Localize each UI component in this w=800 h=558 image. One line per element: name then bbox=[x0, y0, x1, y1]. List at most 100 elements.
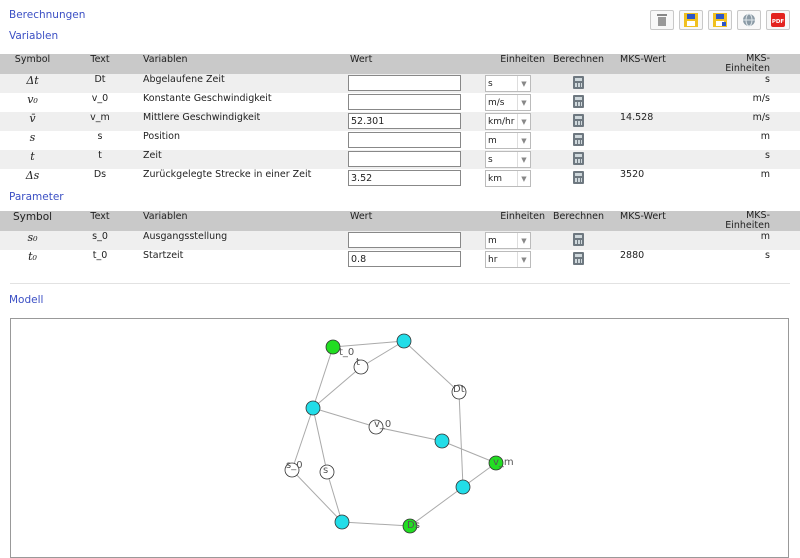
calculator-icon[interactable] bbox=[573, 95, 584, 108]
variable-name-cell: Zurückgelegte Strecke in einer Zeit bbox=[143, 169, 312, 180]
save-button[interactable] bbox=[679, 10, 703, 30]
text-cell: s bbox=[97, 131, 103, 142]
col-mks-einheiten-line2: Einheiten bbox=[725, 220, 770, 231]
wert-input[interactable] bbox=[348, 232, 461, 248]
mks-value-cell bbox=[606, 150, 700, 169]
graph-node-eq1[interactable] bbox=[396, 333, 412, 349]
web-button[interactable] bbox=[737, 10, 761, 30]
parameters-table: Symbol Text Variablen Wert Einheiten Ber… bbox=[0, 211, 800, 269]
variable-name-cell: Startzeit bbox=[143, 250, 184, 261]
mks-unit-cell: s bbox=[700, 150, 800, 169]
graph-node-label: Ds bbox=[407, 520, 420, 531]
unit-select[interactable]: km/hr ▼ bbox=[485, 113, 531, 130]
save-as-button[interactable] bbox=[708, 10, 732, 30]
text-cell: s_0 bbox=[65, 231, 135, 250]
calculator-icon[interactable] bbox=[573, 152, 584, 165]
col-berechnen: Berechnen bbox=[551, 54, 606, 74]
graph-node-eq3[interactable] bbox=[434, 433, 450, 449]
save-as-icon bbox=[713, 13, 727, 27]
col-variablen: Variablen bbox=[135, 54, 348, 74]
pdf-button[interactable]: PDF bbox=[766, 10, 790, 30]
chevron-down-icon: ▼ bbox=[517, 233, 530, 248]
unit-select[interactable]: m ▼ bbox=[485, 232, 531, 249]
variable-name-cell: Abgelaufene Zeit bbox=[135, 74, 348, 93]
unit-value: km bbox=[488, 173, 502, 184]
wert-input[interactable] bbox=[348, 94, 461, 110]
text-cell: v_0 bbox=[91, 93, 109, 104]
table-row: Δt Dt Abgelaufene Zeit s ▼ s bbox=[0, 74, 800, 93]
mks-value-cell bbox=[606, 93, 700, 112]
calculator-icon[interactable] bbox=[573, 233, 584, 246]
calculator-icon[interactable] bbox=[573, 252, 584, 265]
symbol-cell: s bbox=[29, 131, 36, 144]
calculator-icon[interactable] bbox=[573, 114, 584, 127]
unit-select[interactable]: m ▼ bbox=[485, 132, 531, 149]
calculator-icon[interactable] bbox=[573, 76, 584, 89]
wert-input[interactable] bbox=[348, 132, 461, 148]
variable-name-cell: Mittlere Geschwindigkeit bbox=[135, 112, 348, 131]
unit-select[interactable]: s ▼ bbox=[485, 151, 531, 168]
mks-value-cell bbox=[606, 131, 700, 150]
save-icon bbox=[684, 13, 698, 27]
col-mks-einheiten: MKS- Einheiten bbox=[700, 54, 800, 74]
col-mks-wert: MKS-Wert bbox=[606, 211, 700, 231]
variables-table: Symbol Text Variablen Wert Einheiten Ber… bbox=[0, 54, 800, 188]
mks-value-cell bbox=[606, 231, 700, 250]
graph-node-label: t_0 bbox=[339, 347, 354, 358]
chevron-down-icon: ▼ bbox=[517, 171, 530, 186]
unit-select[interactable]: m/s ▼ bbox=[485, 94, 531, 111]
variable-name-cell: Position bbox=[143, 131, 180, 142]
calculator-icon[interactable] bbox=[573, 133, 584, 146]
model-graph[interactable]: t_0t Dt v_0 v_m s_0 s Ds bbox=[11, 319, 788, 549]
wert-input[interactable] bbox=[348, 151, 461, 167]
graph-edge bbox=[341, 521, 411, 527]
graph-edge bbox=[312, 407, 377, 428]
graph-node-t0[interactable] bbox=[325, 339, 341, 355]
unit-select[interactable]: s ▼ bbox=[485, 75, 531, 92]
wert-input[interactable] bbox=[348, 75, 461, 91]
graph-edge bbox=[312, 407, 328, 473]
variables-header-row: Symbol Text Variablen Wert Einheiten Ber… bbox=[0, 54, 800, 74]
col-wert: Wert bbox=[348, 211, 485, 231]
col-wert: Wert bbox=[348, 54, 485, 74]
text-cell: v_m bbox=[65, 112, 135, 131]
calculator-icon[interactable] bbox=[573, 171, 584, 184]
wert-input[interactable]: 0.8 bbox=[348, 251, 461, 267]
graph-edge bbox=[458, 391, 464, 488]
mks-unit-cell: s bbox=[700, 74, 800, 93]
toolbar: PDF bbox=[650, 10, 790, 30]
svg-text:PDF: PDF bbox=[772, 19, 785, 25]
graph-node-label: Dt bbox=[453, 384, 465, 395]
berechnungen-link[interactable]: Berechnungen bbox=[9, 9, 85, 21]
mks-value-cell bbox=[606, 74, 700, 93]
wert-input[interactable]: 3.52 bbox=[348, 170, 461, 186]
unit-value: s bbox=[488, 78, 493, 89]
graph-node-eq2[interactable] bbox=[305, 400, 321, 416]
table-row: s s Position m ▼ m bbox=[0, 131, 800, 150]
symbol-cell: Δs bbox=[25, 169, 40, 182]
col-mks-einheiten-line2: Einheiten bbox=[725, 63, 770, 74]
chevron-down-icon: ▼ bbox=[517, 76, 530, 91]
mks-unit-cell: m bbox=[760, 131, 770, 142]
chevron-down-icon: ▼ bbox=[517, 252, 530, 267]
unit-select[interactable]: hr ▼ bbox=[485, 251, 531, 268]
variablen-heading: Variablen bbox=[9, 30, 59, 42]
graph-node-eq5[interactable] bbox=[334, 514, 350, 530]
text-cell: Dt bbox=[65, 74, 135, 93]
table-row: s₀ s_0 Ausgangsstellung m ▼ m bbox=[0, 231, 800, 250]
mks-unit-cell: m/s bbox=[752, 93, 770, 104]
col-mks-einheiten: MKS- Einheiten bbox=[700, 211, 800, 231]
graph-edge bbox=[403, 340, 460, 393]
chevron-down-icon: ▼ bbox=[517, 152, 530, 167]
pdf-icon: PDF bbox=[771, 13, 785, 27]
unit-value: hr bbox=[488, 254, 498, 265]
delete-button[interactable] bbox=[650, 10, 674, 30]
mks-value-cell: 14.528 bbox=[606, 112, 700, 131]
symbol-cell: v̄ bbox=[29, 112, 36, 125]
wert-input[interactable]: 52.301 bbox=[348, 113, 461, 129]
col-einheiten: Einheiten bbox=[485, 54, 551, 74]
model-panel: t_0 t Dt v_0 v_m s_0 s Ds bbox=[10, 318, 789, 558]
graph-node-label: v_0 bbox=[374, 419, 391, 430]
graph-node-eq4[interactable] bbox=[455, 479, 471, 495]
unit-select[interactable]: km ▼ bbox=[485, 170, 531, 187]
